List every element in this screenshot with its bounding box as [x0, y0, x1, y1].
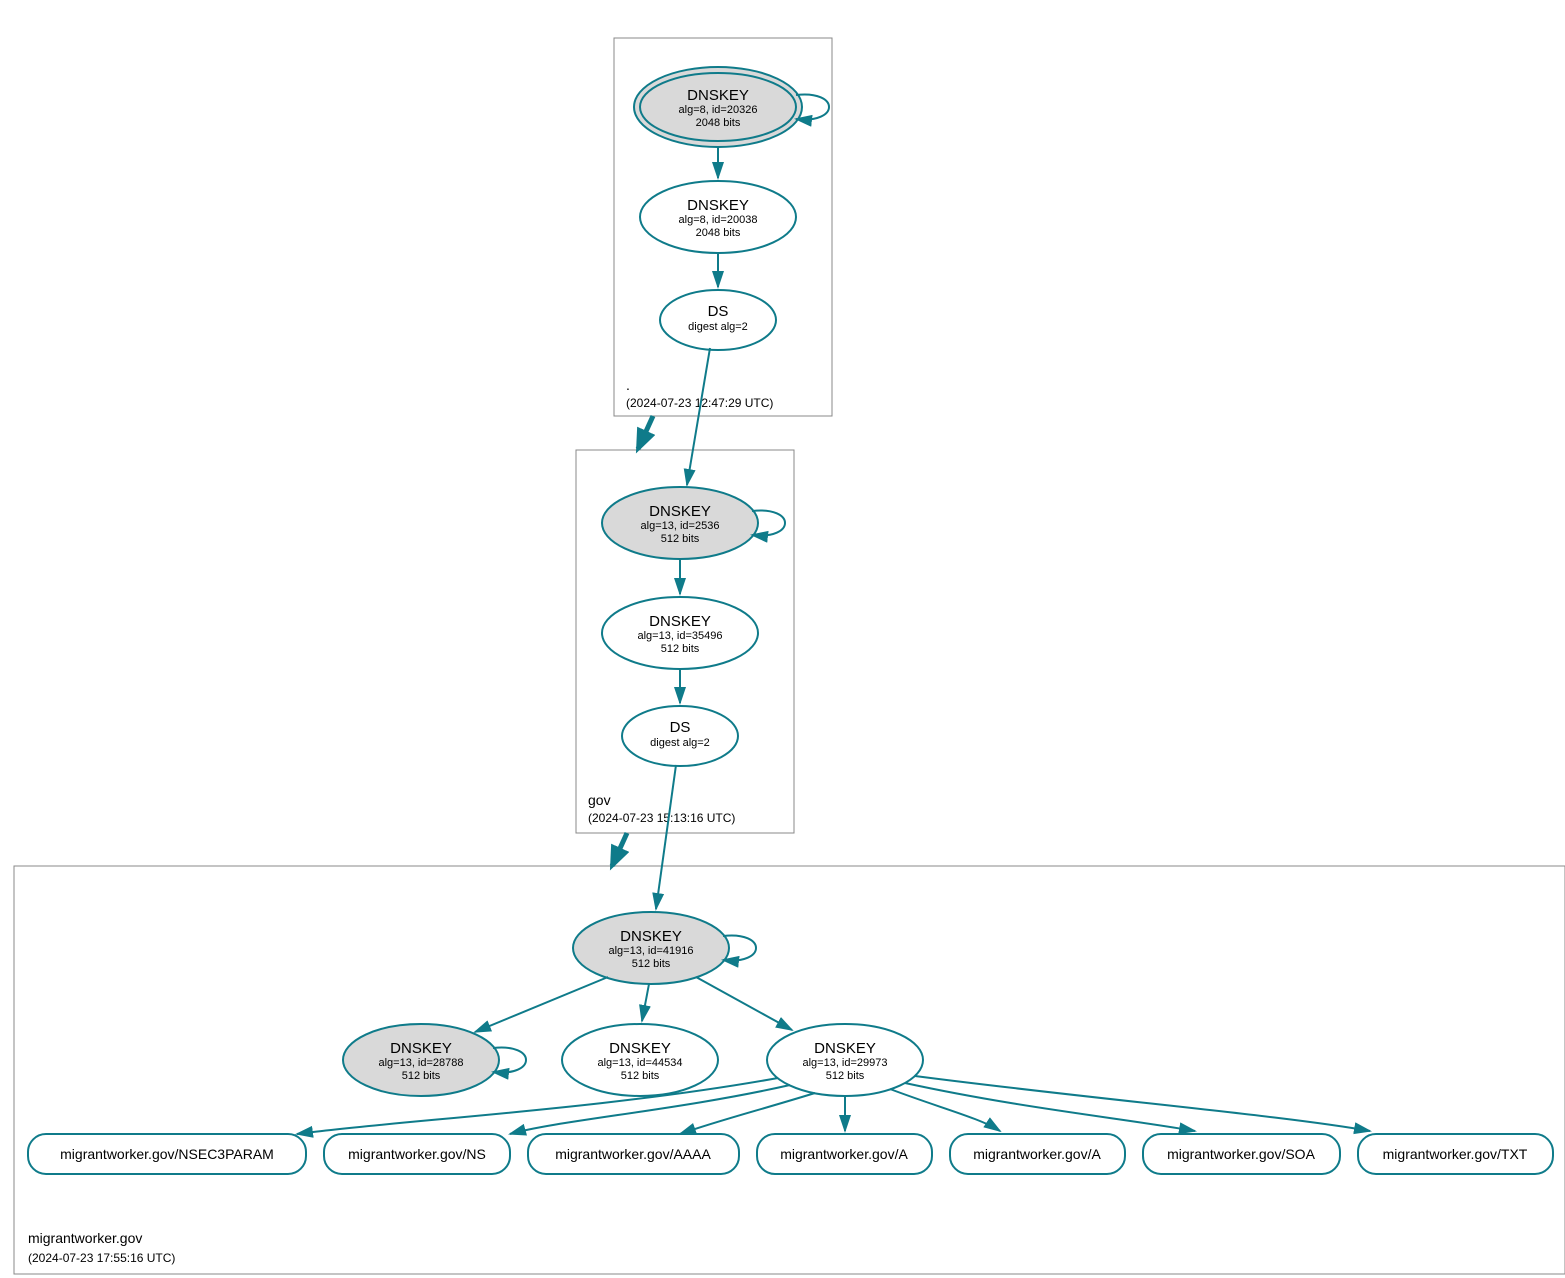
zone-mw-timestamp: (2024-07-23 17:55:16 UTC) [28, 1251, 175, 1265]
node-gov-zsk: DNSKEY alg=13, id=35496 512 bits [602, 597, 758, 669]
dnssec-diagram: . (2024-07-23 12:47:29 UTC) DNSKEY alg=8… [0, 0, 1565, 1278]
edge-mw-ksk-key3 [696, 977, 792, 1030]
edge-gov-to-mw-zone [612, 833, 627, 866]
svg-text:migrantworker.gov/A: migrantworker.gov/A [973, 1146, 1101, 1162]
svg-text:alg=8, id=20326: alg=8, id=20326 [679, 104, 758, 116]
svg-text:DNSKEY: DNSKEY [814, 1040, 876, 1057]
svg-text:alg=13, id=44534: alg=13, id=44534 [597, 1057, 682, 1069]
svg-text:512 bits: 512 bits [661, 533, 700, 545]
svg-text:migrantworker.gov/A: migrantworker.gov/A [780, 1146, 908, 1162]
node-mw-ksk: DNSKEY alg=13, id=41916 512 bits [573, 912, 729, 984]
zone-mw-label: migrantworker.gov [28, 1230, 142, 1246]
svg-text:alg=13, id=35496: alg=13, id=35496 [637, 630, 722, 642]
svg-text:DNSKEY: DNSKEY [687, 197, 749, 214]
zone-gov-timestamp: (2024-07-23 15:13:16 UTC) [588, 811, 735, 825]
svg-text:DNSKEY: DNSKEY [687, 87, 749, 104]
svg-text:512 bits: 512 bits [402, 1070, 441, 1082]
record-soa: migrantworker.gov/SOA [1143, 1134, 1340, 1174]
svg-text:512 bits: 512 bits [661, 643, 700, 655]
node-mw-key1: DNSKEY alg=13, id=28788 512 bits [343, 1024, 499, 1096]
edge-gov-ds-mw-ksk [656, 765, 676, 909]
record-a-1: migrantworker.gov/A [757, 1134, 932, 1174]
svg-text:alg=13, id=41916: alg=13, id=41916 [608, 945, 693, 957]
svg-text:DNSKEY: DNSKEY [390, 1040, 452, 1057]
svg-text:migrantworker.gov/SOA: migrantworker.gov/SOA [1167, 1146, 1315, 1162]
edge-root-to-gov-zone [638, 416, 653, 449]
svg-text:migrantworker.gov/NS: migrantworker.gov/NS [348, 1146, 486, 1162]
svg-text:512 bits: 512 bits [621, 1070, 660, 1082]
svg-text:alg=13, id=29973: alg=13, id=29973 [802, 1057, 887, 1069]
edge-key3-r6 [905, 1083, 1195, 1131]
svg-text:DS: DS [670, 719, 691, 736]
svg-text:alg=13, id=28788: alg=13, id=28788 [378, 1057, 463, 1069]
edge-key3-r5 [890, 1089, 1000, 1131]
svg-text:migrantworker.gov/AAAA: migrantworker.gov/AAAA [555, 1146, 711, 1162]
node-gov-ksk: DNSKEY alg=13, id=2536 512 bits [602, 487, 758, 559]
svg-text:DNSKEY: DNSKEY [649, 613, 711, 630]
node-root-ds: DS digest alg=2 [660, 290, 776, 350]
svg-text:alg=13, id=2536: alg=13, id=2536 [641, 520, 720, 532]
svg-text:digest alg=2: digest alg=2 [650, 737, 710, 749]
record-ns: migrantworker.gov/NS [324, 1134, 510, 1174]
svg-text:512 bits: 512 bits [632, 958, 671, 970]
svg-text:migrantworker.gov/NSEC3PARAM: migrantworker.gov/NSEC3PARAM [60, 1146, 274, 1162]
svg-text:2048 bits: 2048 bits [696, 227, 741, 239]
node-mw-key3: DNSKEY alg=13, id=29973 512 bits [767, 1024, 923, 1096]
node-gov-ds: DS digest alg=2 [622, 706, 738, 766]
zone-root-label: . [626, 377, 630, 393]
svg-text:DNSKEY: DNSKEY [620, 928, 682, 945]
svg-text:512 bits: 512 bits [826, 1070, 865, 1082]
node-root-ksk: DNSKEY alg=8, id=20326 2048 bits [634, 67, 802, 147]
node-root-zsk: DNSKEY alg=8, id=20038 2048 bits [640, 181, 796, 253]
node-mw-key2: DNSKEY alg=13, id=44534 512 bits [562, 1024, 718, 1096]
svg-text:digest alg=2: digest alg=2 [688, 321, 748, 333]
edge-mw-ksk-key2 [642, 984, 649, 1021]
record-aaaa: migrantworker.gov/AAAA [528, 1134, 739, 1174]
zone-gov-label: gov [588, 792, 611, 808]
edge-mw-ksk-key1 [475, 977, 608, 1032]
svg-text:DS: DS [708, 303, 729, 320]
svg-text:2048 bits: 2048 bits [696, 117, 741, 129]
edge-key3-r3 [680, 1093, 815, 1134]
svg-text:alg=8, id=20038: alg=8, id=20038 [679, 214, 758, 226]
svg-text:migrantworker.gov/TXT: migrantworker.gov/TXT [1383, 1146, 1528, 1162]
record-a-2: migrantworker.gov/A [950, 1134, 1125, 1174]
record-txt: migrantworker.gov/TXT [1358, 1134, 1553, 1174]
record-nsec3param: migrantworker.gov/NSEC3PARAM [28, 1134, 306, 1174]
svg-text:DNSKEY: DNSKEY [609, 1040, 671, 1057]
svg-text:DNSKEY: DNSKEY [649, 503, 711, 520]
